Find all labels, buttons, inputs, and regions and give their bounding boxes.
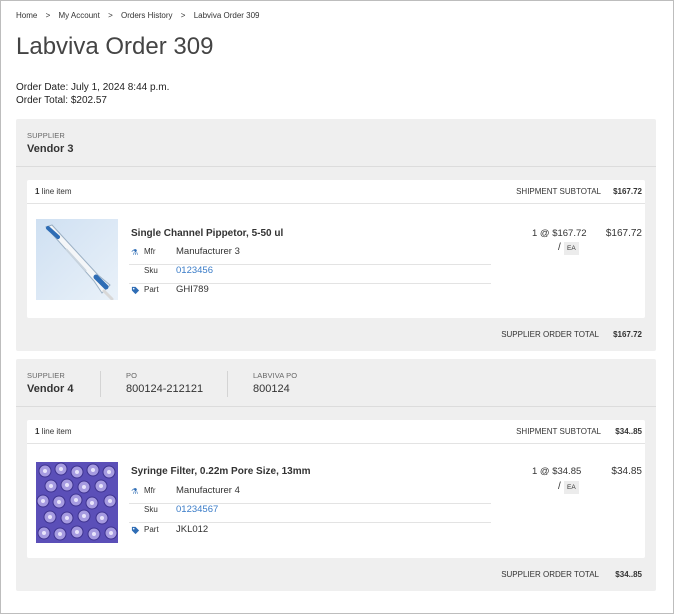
mfr-value: Manufacturer 3	[176, 246, 240, 257]
supplier-total-value: $34..85	[615, 570, 642, 579]
uom-slash: /	[558, 481, 561, 492]
line-count-suffix: line item	[41, 427, 72, 436]
item-name[interactable]: Single Channel Pippetor, 5-50 ul	[131, 228, 283, 239]
shipment-subtotal-value: $34..85	[615, 427, 642, 436]
supplier-info: SUPPLIER Vendor 3	[27, 131, 73, 155]
mfr-value: Manufacturer 4	[176, 485, 240, 496]
qty-price: 1 @ $167.72	[532, 228, 587, 239]
labviva-po-label: LABVIVA PO	[253, 371, 298, 380]
sku-link[interactable]: 0123456	[176, 265, 213, 276]
shipment-subtotal-label: SHIPMENT SUBTOTAL	[516, 427, 601, 436]
supplier-total-label: SUPPLIER ORDER TOTAL	[501, 570, 599, 579]
attr-part: Part GHI789	[129, 284, 491, 303]
syringe-filter-product-image[interactable]	[36, 462, 118, 543]
po-info: PO 800124-212121	[126, 371, 203, 395]
order-meta: Order Date: July 1, 2024 8:44 p.m. Order…	[16, 81, 169, 107]
supplier-label: SUPPLIER	[27, 131, 65, 140]
supplier-section: SUPPLIER Vendor 3 1 line item SHIPMENT S…	[16, 119, 656, 351]
supplier-name: Vendor 4	[27, 383, 74, 395]
supplier-header: SUPPLIER Vendor 3	[16, 119, 656, 167]
labviva-po-info: LABVIVA PO 800124	[253, 371, 297, 395]
breadcrumb-my-account[interactable]: My Account	[58, 11, 99, 20]
breadcrumb-orders-history[interactable]: Orders History	[121, 11, 173, 20]
line-item: Syringe Filter, 0.22m Pore Size, 13mm ⚗ …	[27, 444, 645, 558]
line-total: $167.72	[605, 228, 642, 239]
supplier-label: SUPPLIER	[27, 371, 65, 380]
part-value: JKL012	[176, 524, 209, 535]
breadcrumb-home[interactable]: Home	[16, 11, 37, 20]
tag-icon	[131, 526, 141, 536]
flask-icon: ⚗	[131, 248, 139, 257]
supplier-section: SUPPLIER Vendor 4 PO 800124-212121 LABVI…	[16, 359, 656, 591]
supplier-order-total: SUPPLIER ORDER TOTAL $167.72	[16, 325, 656, 345]
line-item-count: 1 line item	[35, 187, 71, 196]
tag-icon	[131, 286, 141, 296]
line-item-count: 1 line item	[35, 427, 71, 436]
supplier-info: SUPPLIER Vendor 4	[27, 371, 73, 395]
sku-label: Sku	[144, 266, 158, 275]
attr-part: Part JKL012	[129, 524, 491, 543]
qty-price: 1 @ $34.85	[532, 466, 582, 477]
supplier-order-total: SUPPLIER ORDER TOTAL $34..85	[16, 565, 656, 585]
shipment-card: 1 line item SHIPMENT SUBTOTAL $167.72 Si…	[27, 180, 645, 318]
mfr-label: Mfr	[144, 247, 156, 256]
shipment-subtotal-label: SHIPMENT SUBTOTAL	[516, 187, 601, 196]
breadcrumb-separator: >	[45, 11, 51, 20]
part-label: Part	[144, 285, 159, 294]
labviva-po-value: 800124	[253, 383, 290, 395]
shipment-header: 1 line item SHIPMENT SUBTOTAL $34..85	[27, 420, 645, 444]
shipment-card: 1 line item SHIPMENT SUBTOTAL $34..85 Sy…	[27, 420, 645, 558]
breadcrumb-separator: >	[180, 11, 186, 20]
line-total: $34.85	[611, 466, 642, 477]
supplier-total-label: SUPPLIER ORDER TOTAL	[501, 330, 599, 339]
attr-mfr: ⚗ Mfr Manufacturer 3	[129, 246, 491, 265]
supplier-header: SUPPLIER Vendor 4 PO 800124-212121 LABVI…	[16, 359, 656, 407]
uom-badge: EA	[564, 481, 579, 494]
breadcrumb: Home > My Account > Orders History > Lab…	[16, 11, 260, 20]
part-value: GHI789	[176, 284, 209, 295]
sku-link[interactable]: 01234567	[176, 504, 218, 515]
po-value: 800124-212121	[126, 383, 204, 395]
supplier-total-value: $167.72	[613, 330, 642, 339]
flask-icon: ⚗	[131, 487, 139, 496]
sku-label: Sku	[144, 505, 158, 514]
breadcrumb-separator: >	[108, 11, 113, 20]
order-date: Order Date: July 1, 2024 8:44 p.m.	[16, 82, 170, 93]
line-count-suffix: line item	[41, 187, 72, 196]
page-title: Labviva Order 309	[16, 33, 214, 60]
page-frame: Home > My Account > Orders History > Lab…	[0, 0, 674, 614]
pipette-product-image[interactable]	[36, 219, 118, 300]
mfr-label: Mfr	[144, 486, 156, 495]
breadcrumb-current-order: Labviva Order 309	[193, 11, 260, 20]
line-item: Single Channel Pippetor, 5-50 ul ⚗ Mfr M…	[27, 204, 645, 318]
attr-sku: Sku 0123456	[129, 265, 491, 284]
column-divider	[100, 371, 101, 397]
line-count-number: 1	[35, 427, 40, 436]
uom-slash: /	[558, 242, 561, 253]
uom-badge: EA	[564, 242, 579, 255]
shipment-header: 1 line item SHIPMENT SUBTOTAL $167.72	[27, 180, 645, 204]
attr-sku: Sku 01234567	[129, 504, 491, 523]
item-name[interactable]: Syringe Filter, 0.22m Pore Size, 13mm	[131, 466, 311, 477]
order-total: Order Total: $202.57	[16, 95, 107, 106]
part-label: Part	[144, 525, 159, 534]
attr-mfr: ⚗ Mfr Manufacturer 4	[129, 485, 491, 504]
supplier-name: Vendor 3	[27, 143, 74, 155]
line-count-number: 1	[35, 187, 40, 196]
shipment-subtotal-value: $167.72	[613, 187, 642, 196]
column-divider	[227, 371, 228, 397]
po-label: PO	[126, 371, 138, 380]
